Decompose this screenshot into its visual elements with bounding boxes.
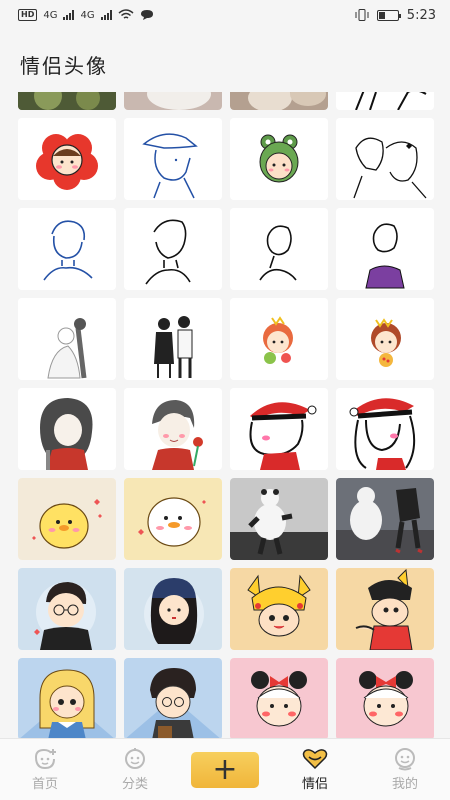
couple-heart-icon [302, 749, 328, 770]
avatar-tile[interactable] [18, 208, 116, 290]
bottom-tab-bar: 首页 分类 + 情侣 我的 [0, 738, 450, 800]
network-label-2: 4G [80, 9, 95, 21]
avatar-tile[interactable] [18, 388, 116, 470]
status-left: HD 4G 4G [18, 9, 154, 21]
avatar-tile[interactable] [336, 388, 434, 470]
plus-icon: + [212, 751, 238, 787]
avatar-tile[interactable] [18, 478, 116, 560]
avatar-tile[interactable] [124, 298, 222, 380]
status-right: 5:23 [355, 8, 436, 23]
avatar-tile[interactable] [230, 298, 328, 380]
signal-icon-2 [100, 10, 112, 20]
vibrate-icon [355, 9, 369, 21]
wifi-icon [118, 9, 134, 19]
battery-icon [376, 9, 401, 21]
avatar-tile[interactable] [18, 298, 116, 380]
tab-home-label: 首页 [31, 777, 58, 792]
avatar-tile[interactable] [124, 568, 222, 650]
avatar-tile[interactable] [124, 388, 222, 470]
avatar-tile[interactable] [124, 118, 222, 200]
avatar-tile[interactable] [336, 658, 434, 738]
tab-couple[interactable]: 情侣 [280, 747, 350, 792]
avatar-tile[interactable] [230, 478, 328, 560]
avatar-tile[interactable] [230, 658, 328, 738]
avatar-tile[interactable] [230, 208, 328, 290]
tab-profile-label: 我的 [391, 777, 418, 792]
avatar-tile[interactable] [18, 568, 116, 650]
status-bar: HD 4G 4G 5:23 [0, 0, 450, 30]
tab-category-label: 分类 [121, 777, 148, 792]
tab-couple-label: 情侣 [301, 777, 328, 792]
avatar-tile[interactable] [124, 208, 222, 290]
avatar-tile[interactable] [336, 118, 434, 200]
avatar-grid [18, 92, 434, 738]
avatar-tile[interactable] [230, 568, 328, 650]
profile-face-icon [395, 748, 415, 771]
avatar-tile[interactable] [230, 118, 328, 200]
tab-add[interactable]: + [190, 751, 260, 788]
page-title: 情侣头像 [20, 54, 108, 78]
home-face-icon [35, 748, 56, 770]
network-label-1: 4G [43, 9, 58, 21]
tab-profile[interactable]: 我的 [370, 747, 440, 792]
avatar-tile[interactable] [336, 298, 434, 380]
avatar-tile[interactable] [336, 478, 434, 560]
avatar-tile[interactable] [18, 118, 116, 200]
add-button[interactable]: + [191, 751, 259, 788]
avatar-tile[interactable] [18, 658, 116, 738]
tab-category[interactable]: 分类 [100, 747, 170, 792]
avatar-tile[interactable] [336, 92, 434, 110]
message-icon [140, 10, 153, 20]
hd-badge: HD [18, 9, 38, 21]
avatar-grid-scroll[interactable] [0, 92, 450, 738]
signal-icon [63, 10, 75, 20]
avatar-tile[interactable] [230, 388, 328, 470]
clock: 5:23 [406, 7, 436, 23]
avatar-tile[interactable] [230, 92, 328, 110]
avatar-tile[interactable] [124, 658, 222, 738]
avatar-tile[interactable] [336, 568, 434, 650]
avatar-tile[interactable] [124, 478, 222, 560]
category-face-icon [125, 748, 145, 769]
tab-home[interactable]: 首页 [10, 747, 80, 792]
avatar-tile[interactable] [18, 92, 116, 110]
avatar-tile[interactable] [124, 92, 222, 110]
avatar-tile[interactable] [336, 208, 434, 290]
